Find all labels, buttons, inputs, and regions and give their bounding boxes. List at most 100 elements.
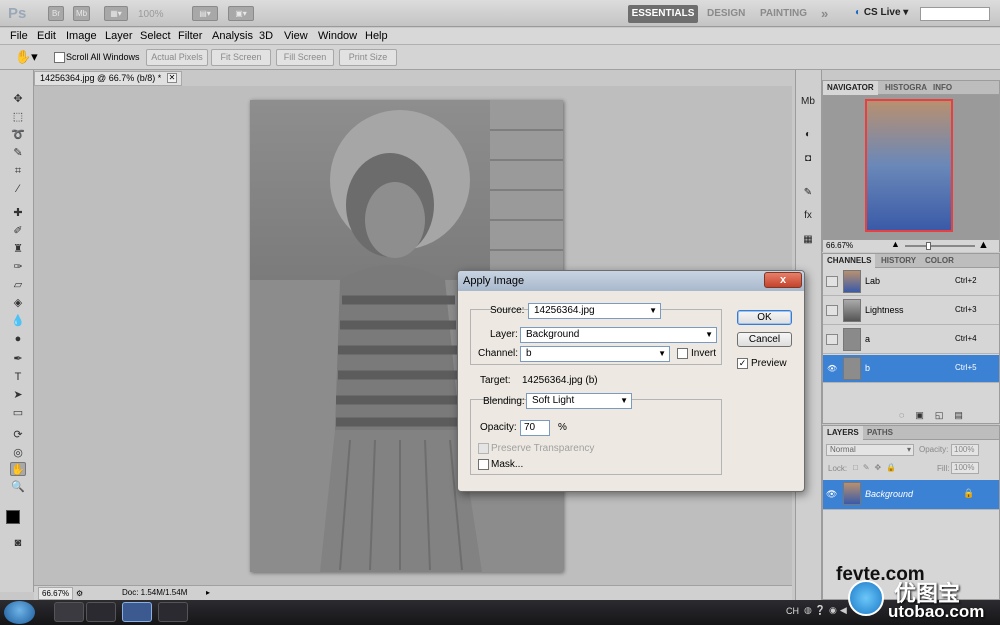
zoom-level[interactable]: 100%	[138, 9, 164, 20]
visibility-checkbox[interactable]	[826, 305, 838, 316]
menu-image[interactable]: Image	[66, 29, 97, 44]
workspace-essentials[interactable]: ESSENTIALS	[628, 5, 698, 23]
fill-screen-button[interactable]: Fill Screen	[276, 49, 334, 66]
menu-analysis[interactable]: Analysis	[212, 29, 253, 44]
menu-3d[interactable]: 3D	[259, 29, 273, 44]
opacity-input[interactable]: 70	[520, 420, 550, 436]
dodge-tool-icon[interactable]: ●	[10, 332, 26, 346]
menu-select[interactable]: Select	[140, 29, 171, 44]
zoom-tool-icon[interactable]: 🔍	[10, 480, 26, 494]
arrange-documents-icon[interactable]: ▤▾	[192, 6, 218, 21]
blur-tool-icon[interactable]: 💧	[10, 314, 26, 328]
foreground-color-swatch[interactable]	[6, 510, 20, 524]
tab-layers[interactable]: LAYERS	[823, 426, 863, 440]
type-tool-icon[interactable]: T	[10, 370, 26, 384]
healing-brush-tool-icon[interactable]: ✚	[10, 206, 26, 220]
menu-window[interactable]: Window	[318, 29, 357, 44]
crop-tool-icon[interactable]: ⌗	[10, 164, 26, 178]
close-document-icon[interactable]: ✕	[167, 73, 177, 83]
tab-paths[interactable]: PATHS	[863, 426, 897, 440]
pen-tool-icon[interactable]: ✒	[10, 352, 26, 366]
hand-tool-icon[interactable]: ✋▾	[15, 49, 38, 65]
brush-tool-icon[interactable]: ✐	[10, 224, 26, 238]
paint-bucket-tool-icon[interactable]: ◈	[10, 296, 26, 310]
navigator-thumbnail[interactable]	[865, 99, 953, 232]
search-input[interactable]	[920, 7, 990, 21]
menu-filter[interactable]: Filter	[178, 29, 202, 44]
lock-icons[interactable]: □✎✥🔒	[853, 463, 901, 472]
layer-select[interactable]: Background ▼	[520, 327, 717, 343]
navigator-zoom[interactable]: 66.67%	[826, 241, 853, 250]
clone-stamp-tool-icon[interactable]: ♜	[10, 242, 26, 256]
screen-mode-icon[interactable]: ▣▾	[228, 6, 254, 21]
tab-history[interactable]: HISTORY	[877, 254, 920, 268]
tab-histogram[interactable]: HISTOGRA	[881, 81, 931, 95]
channel-row-lightness[interactable]: Lightness Ctrl+3	[823, 297, 999, 325]
quick-mask-icon[interactable]: ◙	[10, 536, 26, 550]
layer-opacity-field[interactable]: 100%	[951, 444, 979, 456]
brush-presets-icon[interactable]: ◐	[800, 128, 816, 142]
channel-row-b[interactable]: 👁 b Ctrl+5	[823, 355, 999, 383]
menu-help[interactable]: Help	[365, 29, 388, 44]
mini-bridge-panel-icon[interactable]: Mb	[800, 95, 816, 109]
visibility-checkbox[interactable]	[826, 334, 838, 345]
workspace-painting[interactable]: PAINTING	[760, 5, 807, 23]
mask-checkbox[interactable]	[478, 459, 489, 470]
styles-icon[interactable]: fx	[800, 209, 816, 223]
move-tool-icon[interactable]: ✥	[10, 92, 26, 106]
explorer-taskbar-icon[interactable]	[54, 602, 84, 622]
eraser-tool-icon[interactable]: ▱	[10, 278, 26, 292]
tab-info[interactable]: INFO	[929, 81, 956, 95]
actions-icon[interactable]: ✎	[800, 186, 816, 200]
workspace-design[interactable]: DESIGN	[707, 5, 745, 23]
marquee-tool-icon[interactable]: ⬚	[10, 110, 26, 124]
zoom-in-icon[interactable]: ▲	[978, 239, 989, 251]
status-zoom[interactable]: 66.67%	[38, 587, 74, 600]
language-indicator[interactable]: CH	[786, 606, 799, 616]
swatches-icon[interactable]: ▦	[800, 233, 816, 247]
layer-fill-field[interactable]: 100%	[951, 462, 979, 474]
eye-icon[interactable]: 👁	[826, 489, 837, 500]
layer-row-background[interactable]: 👁 Background 🔒	[823, 480, 999, 510]
channel-row-lab[interactable]: Lab Ctrl+2	[823, 268, 999, 296]
path-select-tool-icon[interactable]: ➤	[10, 388, 26, 402]
3d-rotate-tool-icon[interactable]: ⟳	[10, 428, 26, 442]
3d-orbit-tool-icon[interactable]: ◎	[10, 446, 26, 460]
app-taskbar-icon[interactable]	[158, 602, 188, 622]
quick-select-tool-icon[interactable]: ✎	[10, 146, 26, 160]
channels-footer-icons[interactable]: ◌▣◱▤	[899, 410, 974, 421]
start-button[interactable]	[4, 601, 35, 624]
zoom-out-icon[interactable]: ▲	[891, 239, 900, 249]
lasso-tool-icon[interactable]: ➰	[10, 128, 26, 142]
actual-pixels-button[interactable]: Actual Pixels	[146, 49, 208, 66]
hand-tool-active-icon[interactable]: ✋	[10, 462, 26, 476]
view-extras-icon[interactable]: ▦▾	[104, 6, 128, 21]
fit-screen-button[interactable]: Fit Screen	[211, 49, 271, 66]
menu-view[interactable]: View	[284, 29, 308, 44]
print-size-button[interactable]: Print Size	[339, 49, 397, 66]
menu-edit[interactable]: Edit	[37, 29, 56, 44]
eye-icon[interactable]: 👁	[826, 363, 838, 374]
photoshop-taskbar-icon[interactable]	[122, 602, 152, 622]
invert-checkbox[interactable]	[677, 348, 688, 359]
scroll-all-windows-checkbox[interactable]	[54, 52, 65, 63]
status-menu-icon[interactable]: ▸	[206, 586, 210, 599]
channel-row-a[interactable]: a Ctrl+4	[823, 326, 999, 354]
shape-tool-icon[interactable]: ▭	[10, 406, 26, 420]
tab-color[interactable]: COLOR	[921, 254, 958, 268]
clone-source-icon[interactable]: ◘	[800, 152, 816, 166]
cs-live-button[interactable]: ◐ CS Live ▾	[855, 7, 908, 18]
ok-button[interactable]: OK	[737, 310, 792, 325]
preview-checkbox[interactable]: ✓	[737, 358, 748, 369]
dialog-close-button[interactable]: x	[764, 272, 802, 288]
bridge-taskbar-icon[interactable]	[86, 602, 116, 622]
preserve-transparency-checkbox[interactable]	[478, 443, 489, 454]
document-tab[interactable]: 14256364.jpg @ 66.7% (b/8) * ✕	[34, 71, 182, 86]
navigator-slider-handle[interactable]	[926, 242, 931, 250]
navigator-zoom-slider[interactable]	[905, 245, 975, 247]
visibility-checkbox[interactable]	[826, 276, 838, 287]
tab-channels[interactable]: CHANNELS	[823, 254, 876, 268]
eyedropper-tool-icon[interactable]: ⁄	[10, 182, 26, 196]
blend-mode-select[interactable]: Normal ▾	[826, 444, 914, 456]
cancel-button[interactable]: Cancel	[737, 332, 792, 347]
